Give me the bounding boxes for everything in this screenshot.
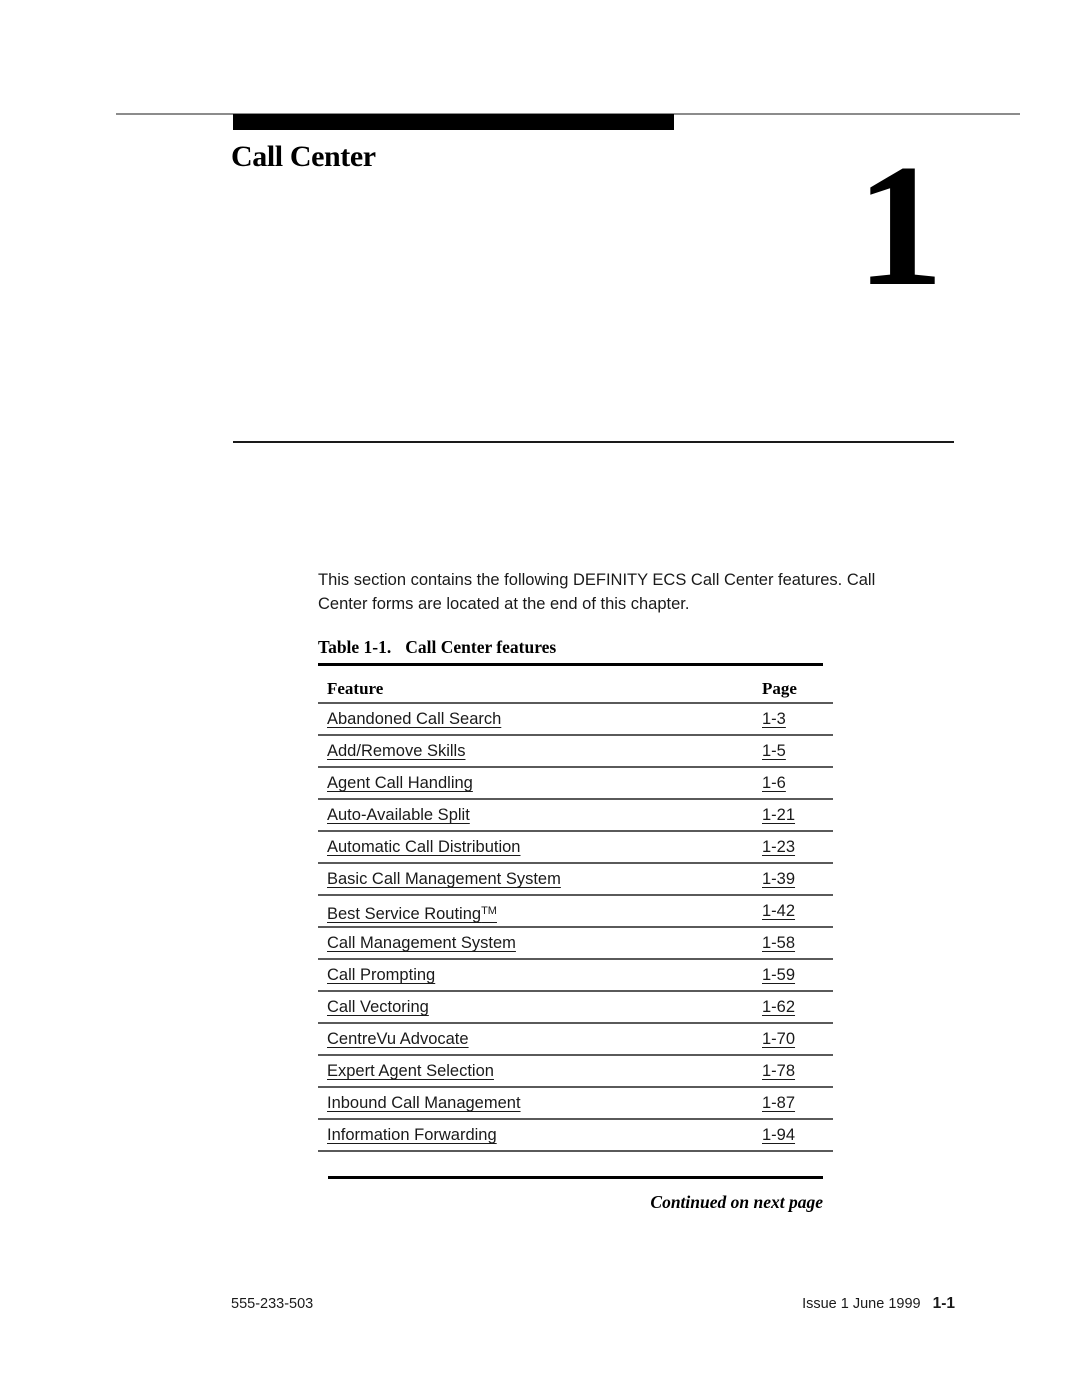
page-title: Call Center [231,140,376,173]
footer-issue-date: Issue 1 June 1999 [802,1296,921,1312]
table-row[interactable]: Call Prompting 1-59 [318,960,833,992]
table-row[interactable]: Automatic Call Distribution 1-23 [318,832,833,864]
continued-note: Continued on next page [650,1192,823,1212]
feature-link[interactable]: Agent Call Handling [327,772,473,794]
feature-link[interactable]: Expert Agent Selection [327,1060,494,1082]
page-link[interactable]: 1-70 [762,1028,833,1056]
footer-page-number: 1-1 [932,1295,955,1312]
page-link[interactable]: 1-58 [762,932,833,960]
chapter-header-bar [233,114,674,130]
table-row[interactable]: Call Management System 1-58 [318,928,833,960]
page-link[interactable]: 1-6 [762,772,833,800]
table-caption: Table 1-1. Call Center features [318,637,556,658]
document-page: Call Center 1 This section contains the … [0,0,1080,1397]
page-link[interactable]: 1-59 [762,964,833,992]
feature-link[interactable]: Information Forwarding [327,1124,497,1146]
footer-document-number: 555-233-503 [231,1296,314,1312]
trademark-symbol: TM [481,905,497,917]
column-header-feature: Feature [327,679,384,698]
chapter-number: 1 [856,128,944,322]
table-row[interactable]: Inbound Call Management 1-87 [318,1088,833,1120]
feature-link[interactable]: Basic Call Management System [327,868,561,890]
feature-link[interactable]: Auto-Available Split [327,804,470,826]
table-row[interactable]: CentreVu Advocate 1-70 [318,1024,833,1056]
table-top-rule [318,663,823,666]
page-link[interactable]: 1-87 [762,1092,833,1120]
feature-link[interactable]: Best Service RoutingTM [327,900,497,925]
page-link[interactable]: 1-62 [762,996,833,1024]
table-caption-label: Table 1-1. [318,637,392,657]
feature-link[interactable]: Add/Remove Skills [327,740,465,762]
feature-link[interactable]: Call Management System [327,932,516,954]
page-link[interactable]: 1-78 [762,1060,833,1088]
header-bottom-rule [233,441,954,443]
column-header-page: Page [762,679,797,698]
table-row[interactable]: Call Vectoring 1-62 [318,992,833,1024]
table-row[interactable]: Basic Call Management System 1-39 [318,864,833,896]
page-link[interactable]: 1-94 [762,1124,833,1152]
table-row[interactable]: Best Service RoutingTM 1-42 [318,896,833,928]
table-row[interactable]: Information Forwarding 1-94 [318,1120,833,1152]
intro-paragraph: This section contains the following DEFI… [318,571,876,613]
feature-link[interactable]: Call Vectoring [327,996,429,1018]
feature-link[interactable]: Abandoned Call Search [327,708,501,730]
feature-link[interactable]: Inbound Call Management [327,1092,521,1114]
table-header-row: Feature Page [318,678,833,704]
table-row[interactable]: Expert Agent Selection 1-78 [318,1056,833,1088]
table-caption-title: Call Center features [405,637,557,657]
footer-issue-block: Issue 1 June 1999 1-1 [802,1294,955,1314]
table-row[interactable]: Add/Remove Skills 1-5 [318,736,833,768]
table-row-rule [318,1150,833,1152]
feature-link[interactable]: CentreVu Advocate [327,1028,469,1050]
page-link[interactable]: 1-5 [762,740,833,768]
feature-link[interactable]: Call Prompting [327,964,435,986]
page-link[interactable]: 1-42 [762,900,833,928]
table-row[interactable]: Agent Call Handling 1-6 [318,768,833,800]
table-bottom-rule [328,1176,823,1179]
table-row[interactable]: Abandoned Call Search 1-3 [318,704,833,736]
table-row[interactable]: Auto-Available Split 1-21 [318,800,833,832]
feature-link[interactable]: Automatic Call Distribution [327,836,521,858]
page-link[interactable]: 1-3 [762,708,833,736]
page-link[interactable]: 1-23 [762,836,833,864]
page-link[interactable]: 1-39 [762,868,833,896]
page-link[interactable]: 1-21 [762,804,833,832]
